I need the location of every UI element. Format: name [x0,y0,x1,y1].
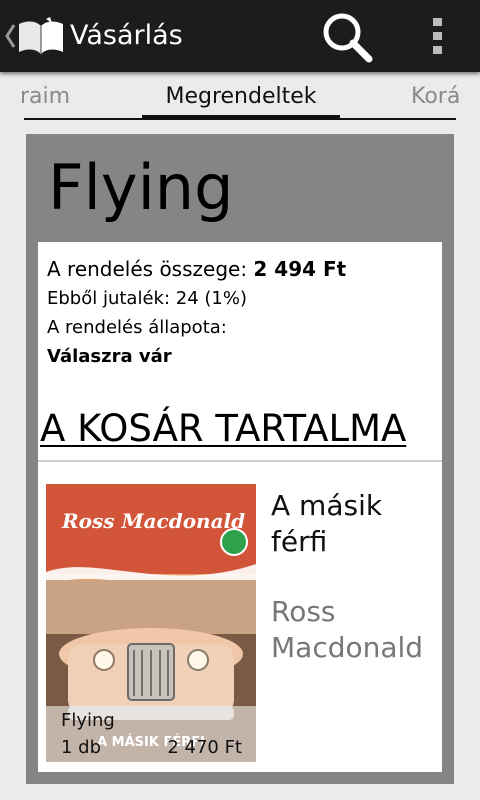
book-cover[interactable]: Ross Macdonald A MÁSIK FÉRFI Flying 1 db… [46,484,256,762]
tab-ordered[interactable]: Megrendeltek [142,83,340,111]
overflow-menu-icon[interactable] [418,10,458,62]
item-shop: Flying [61,710,115,731]
item-price: 2 470 Ft [167,737,242,758]
item-quantity: 1 db [61,737,102,758]
item-title[interactable]: A másik férfi [271,488,436,560]
tab-previous[interactable]: raim [20,83,70,111]
order-total-label: A rendelés összege: [47,257,254,281]
order-details-panel: A rendelés összege: 2 494 Ft Ebből jutal… [38,242,442,772]
order-status-label: A rendelés állapota: [47,317,227,338]
order-status-value: Válaszra vár [47,346,172,367]
order-title: Flying [48,151,234,224]
tab-next[interactable]: Korá [411,83,460,111]
action-bar: Vásárlás [0,0,480,72]
tab-active-indicator [142,115,340,120]
search-icon[interactable] [316,6,380,66]
order-total-value: 2 494 Ft [253,257,347,281]
order-commission: Ebből jutalék: 24 (1%) [47,288,247,309]
item-author: Ross Macdonald [271,595,424,664]
book-icon[interactable] [16,14,66,58]
cart-heading: A KOSÁR TARTALMA [40,407,407,450]
order-card: Flying A rendelés összege: 2 494 Ft Ebbő… [26,134,454,784]
order-total: A rendelés összege: 2 494 Ft [47,256,346,282]
cover-author-text: Ross Macdonald [61,509,245,533]
cart-divider [38,460,442,462]
up-caret-icon[interactable] [4,22,16,50]
cover-caption: Flying 1 db 2 470 Ft [46,706,256,762]
app-title: Vásárlás [70,20,183,51]
